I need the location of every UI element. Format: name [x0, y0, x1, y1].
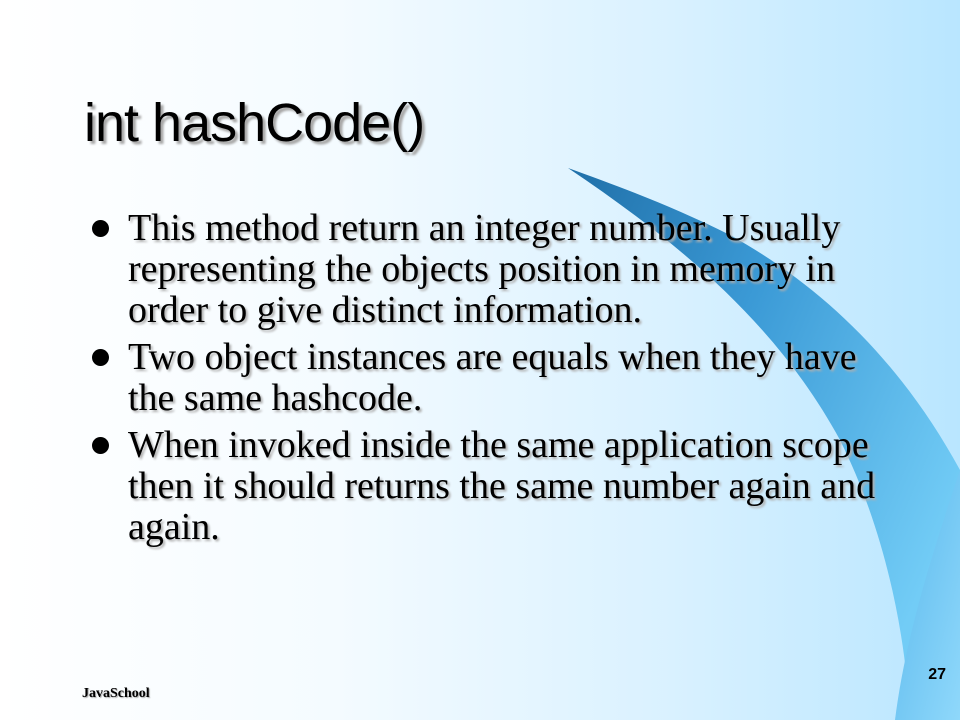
bullet-item: When invoked inside the same application…	[86, 425, 886, 548]
footer-label: JavaSchool	[82, 686, 150, 701]
page-number: 27	[928, 666, 946, 683]
bullet-text: When invoked inside the same application…	[128, 424, 876, 548]
bullet-item: Two object instances are equals when the…	[86, 337, 886, 419]
slide-title: int hashCode()	[84, 93, 425, 153]
bullet-item: This method return an integer number. Us…	[86, 208, 886, 331]
bullet-dot-icon	[92, 349, 109, 366]
bullet-dot-icon	[92, 220, 109, 237]
slide: int hashCode() This method return an int…	[0, 0, 960, 720]
bullet-text: This method return an integer number. Us…	[128, 207, 841, 331]
bullet-dot-icon	[92, 437, 109, 454]
bullet-text: Two object instances are equals when the…	[128, 336, 857, 419]
bullet-list: This method return an integer number. Us…	[86, 208, 886, 554]
